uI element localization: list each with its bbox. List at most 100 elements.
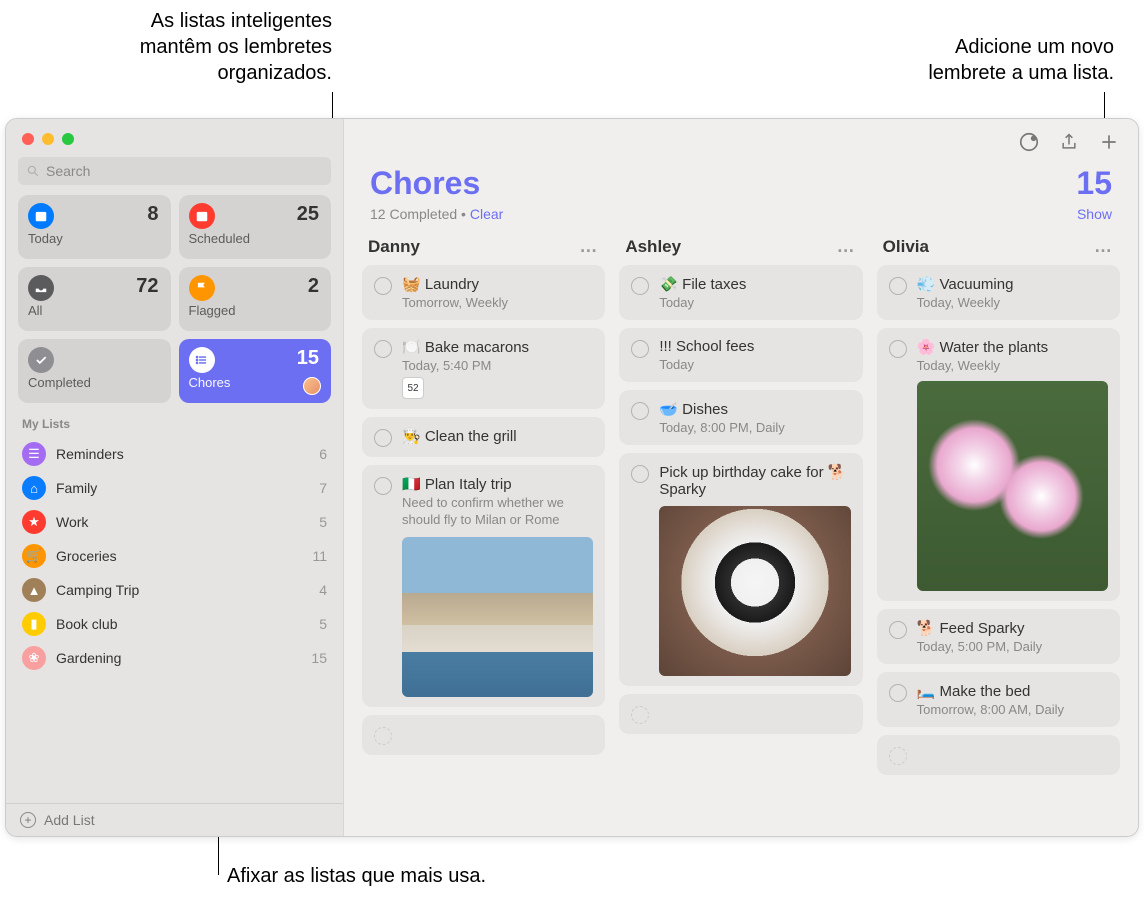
reminder-card[interactable]: 🥣 DishesToday, 8:00 PM, Daily xyxy=(619,390,862,445)
list-name: Work xyxy=(56,514,309,530)
reminder-image xyxy=(917,381,1108,591)
sidebar: Search 8 Today 25 Scheduled 72 All 2 Fla… xyxy=(6,119,344,836)
checkbox[interactable] xyxy=(374,340,392,358)
checkbox[interactable] xyxy=(889,277,907,295)
list-badge-icon: ▲ xyxy=(22,578,46,602)
calendar-scheduled-icon xyxy=(189,203,215,229)
card-body: Pick up birthday cake for 🐕 Sparky xyxy=(659,463,850,676)
card-body: 🇮🇹 Plan Italy trip Need to confirm whethe… xyxy=(402,475,593,697)
reminder-card[interactable]: !!! School feesToday xyxy=(619,328,862,382)
checkbox[interactable] xyxy=(374,429,392,447)
reminder-image xyxy=(402,537,593,697)
search-placeholder: Search xyxy=(46,163,90,179)
list-item[interactable]: ★Work5 xyxy=(6,505,343,539)
list-count: 6 xyxy=(319,446,327,462)
reminder-card[interactable]: 💸 File taxesToday xyxy=(619,265,862,320)
card-body: 👨‍🍳 Clean the grill xyxy=(402,427,593,447)
column-more-button[interactable]: … xyxy=(1094,236,1114,257)
column: Danny … 🧺 LaundryTomorrow, Weekly 🍽️ Bake m… xyxy=(362,232,605,836)
reminder-sub: Today xyxy=(659,295,850,310)
reminder-card[interactable]: 🐕 Feed SparkyToday, 5:00 PM, Daily xyxy=(877,609,1120,664)
tile-flagged[interactable]: 2 Flagged xyxy=(179,267,332,331)
reminder-card[interactable]: 🛏️ Make the bedTomorrow, 8:00 AM, Daily xyxy=(877,672,1120,727)
add-reminder-button[interactable] xyxy=(1098,131,1120,153)
checkbox[interactable] xyxy=(374,277,392,295)
empty-checkbox-icon xyxy=(631,706,649,724)
reminders-window: Search 8 Today 25 Scheduled 72 All 2 Fla… xyxy=(5,118,1139,837)
reminder-card[interactable]: 👨‍🍳 Clean the grill xyxy=(362,417,605,457)
show-button[interactable]: Show xyxy=(1077,206,1112,222)
reminder-title: 🇮🇹 Plan Italy trip xyxy=(402,475,593,493)
checkmark-icon xyxy=(28,347,54,373)
list-item[interactable]: ▮Book club5 xyxy=(6,607,343,641)
reminder-card[interactable] xyxy=(619,694,862,734)
reminder-card[interactable] xyxy=(877,735,1120,775)
column-more-button[interactable]: … xyxy=(837,236,857,257)
checkbox[interactable] xyxy=(374,477,392,495)
column-header: Ashley… xyxy=(619,232,862,265)
tile-label: Scheduled xyxy=(189,231,322,246)
list-count: 7 xyxy=(319,480,327,496)
list-item[interactable]: ▲ Camping Trip 4 xyxy=(6,573,343,607)
column-header: Olivia… xyxy=(877,232,1120,265)
checkbox[interactable] xyxy=(889,340,907,358)
tile-all[interactable]: 72 All xyxy=(18,267,171,331)
checkbox[interactable] xyxy=(631,340,649,358)
list-badge-icon: ❀ xyxy=(22,646,46,670)
card-body: 💸 File taxesToday xyxy=(659,275,850,310)
checkbox[interactable] xyxy=(889,621,907,639)
reminder-card[interactable]: 🍽️ Bake macaronsToday, 5:40 PM52 xyxy=(362,328,605,409)
tile-label: Chores xyxy=(189,375,322,390)
close-window-button[interactable] xyxy=(22,133,34,145)
add-list-button[interactable]: + Add List xyxy=(6,803,343,836)
cards: 💸 File taxesToday !!! School feesToday 🥣 D… xyxy=(619,265,862,734)
clear-button[interactable]: Clear xyxy=(470,206,503,222)
checkbox[interactable] xyxy=(631,277,649,295)
tile-label: Completed xyxy=(28,375,161,390)
list-badge-icon: ★ xyxy=(22,510,46,534)
column-more-button[interactable]: … xyxy=(579,236,599,257)
list-total-count: 15 xyxy=(1076,165,1112,202)
tile-scheduled[interactable]: 25 Scheduled xyxy=(179,195,332,259)
tray-icon xyxy=(28,275,54,301)
tile-completed[interactable]: Completed xyxy=(18,339,171,403)
list-subheader: 12 Completed • Clear Show xyxy=(344,206,1138,232)
smart-list-tiles: 8 Today 25 Scheduled 72 All 2 Flagged Co… xyxy=(6,195,343,403)
list-count: 15 xyxy=(311,650,327,666)
collaborate-button[interactable] xyxy=(1018,131,1040,153)
cards: 🧺 LaundryTomorrow, Weekly 🍽️ Bake macaron… xyxy=(362,265,605,755)
reminder-card[interactable] xyxy=(362,715,605,755)
search-icon xyxy=(26,164,40,178)
search-input[interactable]: Search xyxy=(18,157,331,185)
list-title: Chores xyxy=(370,165,480,202)
list-name: Camping Trip xyxy=(56,582,309,598)
fullscreen-window-button[interactable] xyxy=(62,133,74,145)
reminder-card[interactable]: 🇮🇹 Plan Italy trip Need to confirm whethe… xyxy=(362,465,605,707)
column-title: Danny xyxy=(368,237,420,257)
list-item[interactable]: ⌂Family7 xyxy=(6,471,343,505)
reminder-image xyxy=(659,506,850,676)
reminder-title: Pick up birthday cake for 🐕 Sparky xyxy=(659,463,850,498)
checkbox[interactable] xyxy=(889,684,907,702)
list-item[interactable]: 🛒Groceries11 xyxy=(6,539,343,573)
list-count: 4 xyxy=(319,582,327,598)
checkbox[interactable] xyxy=(631,465,649,483)
plus-circle-icon: + xyxy=(20,812,36,828)
flag-icon xyxy=(189,275,215,301)
list-header: Chores 15 xyxy=(344,159,1138,206)
tile-chores[interactable]: 15 Chores xyxy=(179,339,332,403)
minimize-window-button[interactable] xyxy=(42,133,54,145)
callout-add: Adicione um novo lembrete a uma lista. xyxy=(928,34,1114,86)
reminder-card[interactable]: 🌸 Water the plantsToday, Weekly xyxy=(877,328,1120,601)
share-button[interactable] xyxy=(1058,131,1080,153)
reminder-card[interactable]: 💨 VacuumingToday, Weekly xyxy=(877,265,1120,320)
checkbox[interactable] xyxy=(631,402,649,420)
reminder-card[interactable]: 🧺 LaundryTomorrow, Weekly xyxy=(362,265,605,320)
list-item[interactable]: ☰Reminders6 xyxy=(6,437,343,471)
list-item[interactable]: ❀Gardening15 xyxy=(6,641,343,675)
reminder-sub: Today, 5:40 PM xyxy=(402,358,593,373)
tile-today[interactable]: 8 Today xyxy=(18,195,171,259)
reminder-note: Need to confirm whether we should fly to… xyxy=(402,495,593,529)
callout-smart-lists: As listas inteligentes mantêm os lembret… xyxy=(140,8,332,86)
reminder-card[interactable]: Pick up birthday cake for 🐕 Sparky xyxy=(619,453,862,686)
